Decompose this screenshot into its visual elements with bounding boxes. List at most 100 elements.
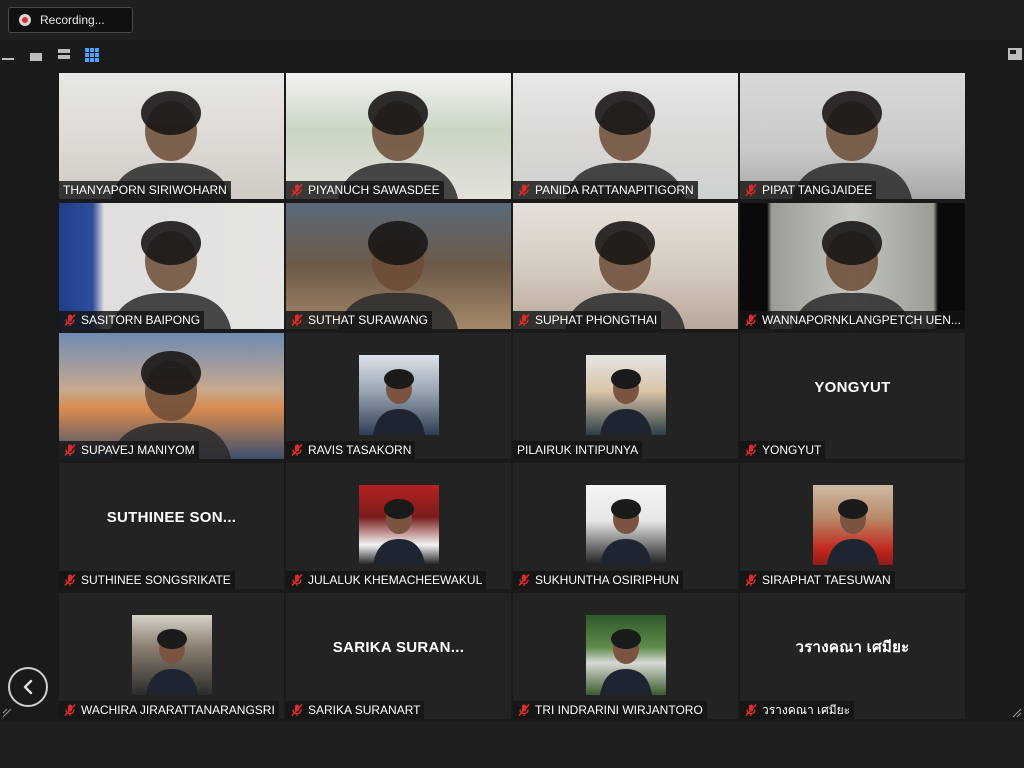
participant-profile-photo xyxy=(813,485,893,565)
participant-name: SUPHAT PHONGTHAI xyxy=(535,313,658,327)
mic-muted-icon xyxy=(290,573,304,587)
participant-name-label: JULALUK KHEMACHEEWAKUL xyxy=(286,571,487,589)
participant-tile[interactable]: PIYANUCH SAWASDEE xyxy=(286,73,511,199)
participant-tile[interactable]: SASITORN BAIPONG xyxy=(59,203,284,329)
participant-name: SUKHUNTHA OSIRIPHUN xyxy=(535,573,680,587)
mic-muted-icon xyxy=(744,313,758,327)
participant-name: PIPAT TANGJAIDEE xyxy=(762,183,873,197)
participant-tile[interactable]: วรางคณา เศมียะ วรางคณา เศมียะ xyxy=(740,593,965,719)
participant-tile[interactable]: SUTHAT SURAWANG xyxy=(286,203,511,329)
participant-name: PIYANUCH SAWASDEE xyxy=(308,183,440,197)
participant-name: JULALUK KHEMACHEEWAKUL xyxy=(308,573,483,587)
participant-name-label: SUKHUNTHA OSIRIPHUN xyxy=(513,571,684,589)
participant-tile[interactable]: SUKHUNTHA OSIRIPHUN xyxy=(513,463,738,589)
participant-name-label: SARIKA SURANART xyxy=(286,701,425,719)
participant-tile[interactable]: PIPAT TANGJAIDEE xyxy=(740,73,965,199)
participant-display-name: SUTHINEE SON... xyxy=(106,508,237,526)
participant-name-label: WACHIRA JIRARATTANARANGSRI xyxy=(59,701,279,719)
participant-tile[interactable]: WANNAPORNKLANGPETCH UEN... xyxy=(740,203,965,329)
participant-name-label: SUPHAT PHONGTHAI xyxy=(513,311,662,329)
participant-name-label: YONGYUT xyxy=(740,441,826,459)
participant-tile[interactable]: SIRAPHAT TAESUWAN xyxy=(740,463,965,589)
participant-display-name: YONGYUT xyxy=(814,378,891,396)
mic-muted-icon xyxy=(63,443,77,457)
resize-handle-icon[interactable] xyxy=(2,708,12,718)
participant-profile-photo xyxy=(586,355,666,435)
participant-name: WACHIRA JIRARATTANARANGSRI xyxy=(81,703,275,717)
mic-muted-icon xyxy=(517,573,531,587)
participant-name: SARIKA SURANART xyxy=(308,703,421,717)
participant-display-name: วรางคณา เศมียะ xyxy=(795,639,910,656)
participant-name: SUTHAT SURAWANG xyxy=(308,313,429,327)
mic-muted-icon xyxy=(290,703,304,717)
participant-name-label: SUPAVEJ MANIYOM xyxy=(59,441,199,459)
top-bar: Recording... xyxy=(0,0,1024,40)
participant-name-label: PANIDA RATTANAPITIGORN xyxy=(513,181,698,199)
previous-page-button[interactable] xyxy=(8,667,48,707)
mic-muted-icon xyxy=(517,313,531,327)
gallery-grid: THANYAPORN SIRIWOHARN PIYANUCH SAWASDEE PA… xyxy=(59,73,965,719)
participant-tile[interactable]: JULALUK KHEMACHEEWAKUL xyxy=(286,463,511,589)
mic-muted-icon xyxy=(63,313,77,327)
participant-tile[interactable]: YONGYUT YONGYUT xyxy=(740,333,965,459)
participant-profile-photo xyxy=(132,615,212,695)
participant-name: THANYAPORN SIRIWOHARN xyxy=(63,183,227,197)
participant-tile[interactable]: RAVIS TASAKORN xyxy=(286,333,511,459)
participant-name-label: PILAIRUK INTIPUNYA xyxy=(513,441,643,459)
meeting-window: Recording... THANYAPORN SIRIWOHARN PIYANU… xyxy=(0,0,1024,768)
mic-muted-icon xyxy=(63,703,77,717)
participant-name: SIRAPHAT TAESUWAN xyxy=(762,573,891,587)
participant-name: TRI INDRARINI WIRJANTORO xyxy=(535,703,703,717)
participant-name: WANNAPORNKLANGPETCH UEN... xyxy=(762,313,961,327)
participant-profile-photo xyxy=(359,485,439,565)
participant-tile[interactable]: THANYAPORN SIRIWOHARN xyxy=(59,73,284,199)
participant-tile[interactable]: SARIKA SURAN... SARIKA SURANART xyxy=(286,593,511,719)
speaker-view-icon[interactable] xyxy=(30,53,42,61)
participant-name-label: TRI INDRARINI WIRJANTORO xyxy=(513,701,707,719)
mic-muted-icon xyxy=(63,573,77,587)
participant-name: SUPAVEJ MANIYOM xyxy=(81,443,195,457)
participant-name-label: WANNAPORNKLANGPETCH UEN... xyxy=(740,311,965,329)
record-icon xyxy=(19,14,31,26)
participant-profile-photo xyxy=(586,485,666,565)
participant-name-label: SIRAPHAT TAESUWAN xyxy=(740,571,895,589)
participant-name: YONGYUT xyxy=(762,443,822,457)
participant-name-label: PIYANUCH SAWASDEE xyxy=(286,181,444,199)
participant-name-label: RAVIS TASAKORN xyxy=(286,441,416,459)
resize-handle-icon[interactable] xyxy=(1012,708,1022,718)
participant-name-label: SASITORN BAIPONG xyxy=(59,311,205,329)
minimize-icon[interactable] xyxy=(2,58,14,60)
participant-name-label: วรางคณา เศมียะ xyxy=(740,701,855,719)
chevron-left-icon xyxy=(23,679,33,695)
recording-label: Recording... xyxy=(40,13,105,27)
participant-display-name: SARIKA SURAN... xyxy=(332,638,465,656)
mic-muted-icon xyxy=(744,703,758,717)
participant-name: วรางคณา เศมียะ xyxy=(762,703,851,717)
participant-name: SUTHINEE SONGSRIKATE xyxy=(81,573,231,587)
participant-name: RAVIS TASAKORN xyxy=(308,443,412,457)
mic-muted-icon xyxy=(744,443,758,457)
participant-tile[interactable]: SUTHINEE SON... SUTHINEE SONGSRIKATE xyxy=(59,463,284,589)
participant-tile[interactable]: PANIDA RATTANAPITIGORN xyxy=(513,73,738,199)
mic-muted-icon xyxy=(744,573,758,587)
participant-name-label: PIPAT TANGJAIDEE xyxy=(740,181,877,199)
participant-tile[interactable]: SUPAVEJ MANIYOM xyxy=(59,333,284,459)
participant-name: PANIDA RATTANAPITIGORN xyxy=(535,183,694,197)
participant-tile[interactable]: WACHIRA JIRARATTANARANGSRI xyxy=(59,593,284,719)
participant-name: PILAIRUK INTIPUNYA xyxy=(517,443,639,457)
mic-muted-icon xyxy=(290,443,304,457)
participant-name-label: THANYAPORN SIRIWOHARN xyxy=(59,181,231,199)
participant-profile-photo xyxy=(586,615,666,695)
participant-tile[interactable]: SUPHAT PHONGTHAI xyxy=(513,203,738,329)
gallery-view-icon[interactable] xyxy=(85,48,99,62)
filmstrip-view-icon[interactable] xyxy=(58,49,70,61)
participant-tile[interactable]: PILAIRUK INTIPUNYA xyxy=(513,333,738,459)
bottom-bar xyxy=(0,722,1024,768)
participant-name: SASITORN BAIPONG xyxy=(81,313,201,327)
participant-tile[interactable]: TRI INDRARINI WIRJANTORO xyxy=(513,593,738,719)
recording-indicator[interactable]: Recording... xyxy=(8,7,133,33)
mic-muted-icon xyxy=(744,183,758,197)
mic-muted-icon xyxy=(290,313,304,327)
exit-fullscreen-icon[interactable] xyxy=(1008,48,1022,60)
mic-muted-icon xyxy=(517,703,531,717)
